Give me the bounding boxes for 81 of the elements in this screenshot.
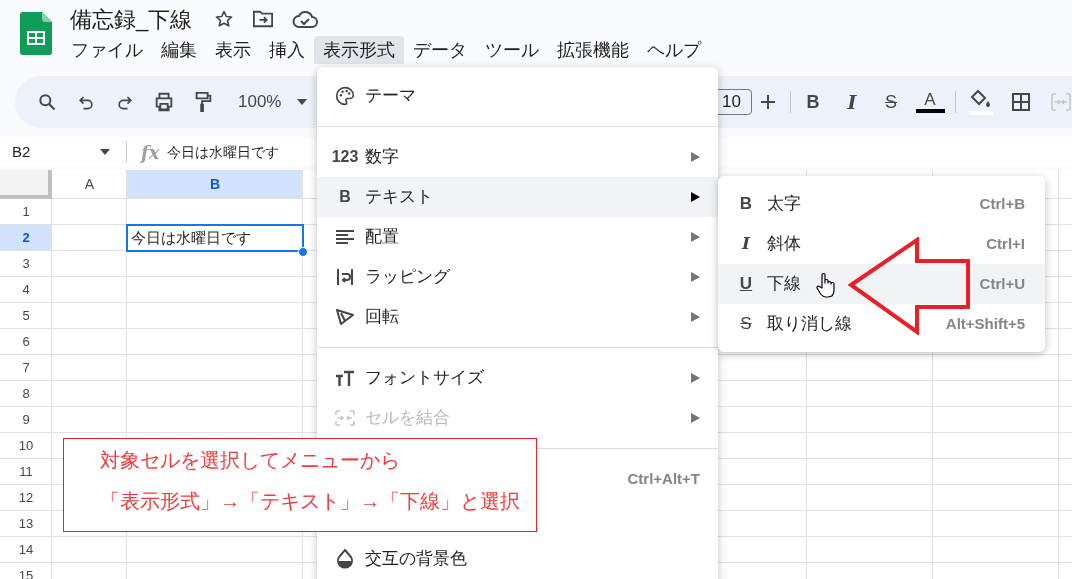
color-drop-icon bbox=[336, 548, 354, 570]
text-wrap-icon bbox=[336, 268, 354, 286]
strikethrough-button[interactable]: S bbox=[875, 86, 907, 118]
active-cell[interactable]: 今日は水曜日です bbox=[126, 224, 304, 252]
menu-bar-item[interactable]: ファイル bbox=[62, 36, 152, 64]
format-glyph-icon: I bbox=[742, 231, 750, 257]
menu-item[interactable]: テーマ bbox=[317, 76, 718, 116]
menu-item-label: テキスト bbox=[365, 186, 433, 209]
bold-button[interactable]: B bbox=[797, 86, 829, 118]
format-glyph-icon: B bbox=[739, 191, 753, 217]
menu-item[interactable]: 回転 bbox=[317, 297, 718, 337]
align-left-icon bbox=[336, 229, 354, 245]
function-label: fx bbox=[141, 140, 160, 165]
shortcut-label: Ctrl+Alt+T bbox=[627, 468, 700, 489]
menu-bar-item[interactable]: ヘルプ bbox=[638, 36, 710, 64]
paint-format-icon bbox=[193, 91, 213, 113]
menu-item[interactable]: S 取り消し線 Alt+Shift+5 bbox=[718, 304, 1045, 344]
shortcut-label: Ctrl+I bbox=[986, 233, 1025, 254]
menu-item[interactable]: U 下線 Ctrl+U bbox=[718, 264, 1045, 304]
merge-cells-icon bbox=[1050, 92, 1072, 112]
format-glyph-icon: U bbox=[739, 271, 753, 297]
menu-item-icon: B bbox=[339, 185, 351, 209]
format-glyph-icon: S bbox=[740, 311, 752, 337]
column-header[interactable]: B bbox=[127, 170, 303, 199]
menu-item[interactable]: 123 数字 bbox=[317, 137, 718, 177]
plus-icon bbox=[760, 94, 776, 110]
menu-item-label: 下線 bbox=[767, 273, 801, 296]
menu-bar-item[interactable]: 表示形式 bbox=[314, 36, 404, 64]
menu-item-label: ラッピング bbox=[365, 266, 450, 289]
merge-cells-icon bbox=[335, 410, 355, 426]
spreadsheet-logo-icon[interactable] bbox=[20, 12, 52, 55]
palette-icon bbox=[335, 86, 355, 106]
menu-bar-item[interactable]: 編集 bbox=[152, 36, 206, 64]
menu-item[interactable]: 交互の背景色 bbox=[317, 539, 718, 579]
menu-item[interactable]: B テキスト bbox=[317, 177, 718, 217]
cloud-check-icon[interactable] bbox=[292, 9, 319, 29]
menu-item-label: 取り消し線 bbox=[767, 313, 852, 336]
menu-item-label: 回転 bbox=[365, 306, 399, 329]
menu-item-label: 斜体 bbox=[767, 233, 801, 256]
menu-item-label: 交互の背景色 bbox=[365, 548, 467, 571]
menu-item-label: 配置 bbox=[365, 226, 399, 249]
annotation-text: 対象セルを選択してメニューから bbox=[100, 448, 401, 473]
annotation-text: 「表示形式」→「テキスト」→「下線」と選択 bbox=[100, 489, 521, 514]
menu-item-label: セルを結合 bbox=[365, 407, 450, 430]
italic-button[interactable]: I bbox=[836, 86, 868, 118]
menu-item-label: 数字 bbox=[365, 146, 399, 169]
fill-color-icon bbox=[969, 89, 993, 115]
menu-item[interactable]: I 斜体 Ctrl+I bbox=[718, 224, 1045, 264]
menu-bar-item[interactable]: 拡張機能 bbox=[548, 36, 638, 64]
shortcut-label: Ctrl+B bbox=[979, 193, 1025, 214]
menu-item-label: テーマ bbox=[365, 85, 416, 108]
zoom-dropdown[interactable]: 100% bbox=[228, 89, 316, 115]
folder-move-icon[interactable] bbox=[252, 9, 275, 29]
menu-item-label: フォントサイズ bbox=[365, 367, 484, 390]
document-title[interactable]: 備忘録_下線 bbox=[70, 2, 193, 36]
print-icon bbox=[153, 91, 175, 113]
menu-item[interactable]: ラッピング bbox=[317, 257, 718, 297]
menu-bar-item[interactable]: ツール bbox=[476, 36, 548, 64]
text-color-button[interactable]: A bbox=[914, 86, 946, 118]
shortcut-label: Alt+Shift+5 bbox=[945, 313, 1025, 334]
menu-bar-item[interactable]: 挿入 bbox=[260, 36, 314, 64]
search-icon bbox=[37, 92, 57, 112]
menu-item-icon: 123 bbox=[331, 145, 359, 169]
menu-bar-item[interactable]: データ bbox=[404, 36, 476, 64]
menu-item[interactable]: フォントサイズ bbox=[317, 358, 718, 398]
caret-icon bbox=[297, 99, 308, 105]
caret-icon bbox=[100, 149, 110, 155]
menu-bar-item[interactable]: 表示 bbox=[206, 36, 260, 64]
hand-cursor-icon bbox=[816, 272, 836, 299]
borders-icon bbox=[1011, 92, 1031, 112]
star-icon[interactable] bbox=[214, 9, 235, 29]
text-rotate-icon bbox=[335, 308, 355, 326]
fill-handle[interactable] bbox=[298, 247, 308, 257]
shortcut-label: Ctrl+U bbox=[979, 273, 1025, 294]
menu-item[interactable]: 配置 bbox=[317, 217, 718, 257]
menu-item-label: 太字 bbox=[767, 193, 801, 216]
formula-field[interactable]: 今日は水曜日です bbox=[167, 141, 280, 163]
menu-item[interactable]: B 太字 Ctrl+B bbox=[718, 184, 1045, 224]
font-size-icon bbox=[335, 370, 355, 386]
row-header[interactable]: 2 bbox=[0, 225, 52, 251]
name-box[interactable]: B2 bbox=[0, 140, 118, 164]
